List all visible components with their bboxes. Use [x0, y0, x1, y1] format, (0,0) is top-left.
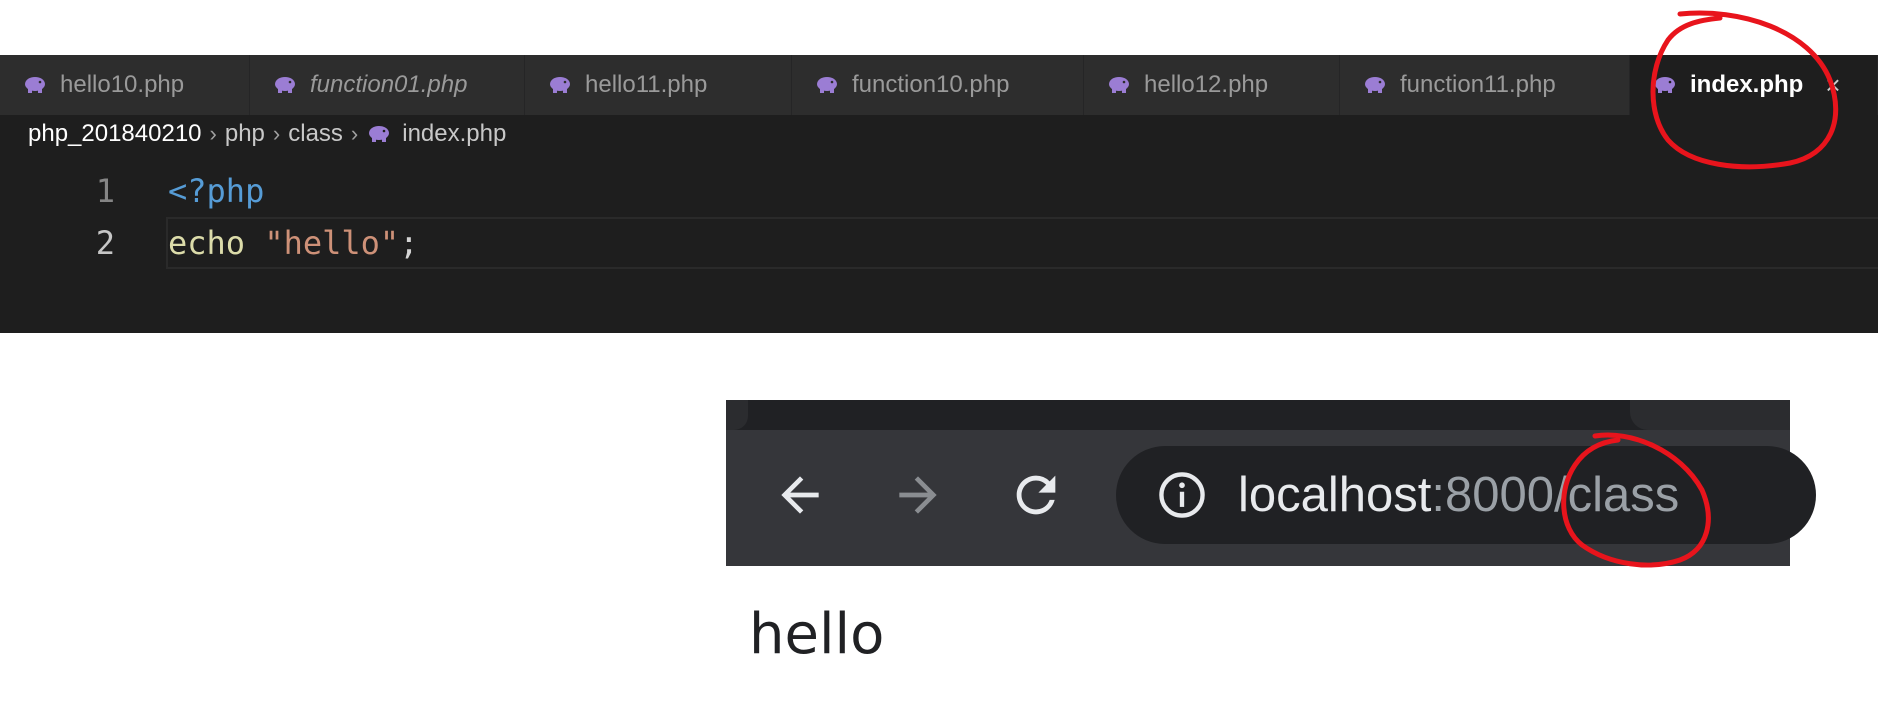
tab-label: hello11.php	[585, 71, 708, 98]
php-elephant-icon	[817, 77, 837, 93]
tab-index[interactable]: index.php ×	[1630, 55, 1878, 115]
back-button[interactable]	[768, 463, 832, 527]
php-elephant-icon	[1365, 77, 1385, 93]
arrow-right-icon	[899, 476, 937, 514]
code-editor: hello10.php function01.php hello11.php f…	[0, 55, 1878, 333]
breadcrumb: php_201840210 › php › class › index.php	[28, 115, 506, 153]
browser-tab-edge[interactable]	[726, 400, 748, 430]
editor-tab-bar: hello10.php function01.php hello11.php f…	[0, 55, 1878, 115]
line-number: 1	[95, 172, 115, 210]
page-content-text: hello	[749, 602, 885, 667]
tab-label: hello10.php	[60, 71, 185, 98]
php-elephant-icon	[369, 126, 390, 142]
tab-hello10[interactable]: hello10.php	[0, 55, 250, 115]
token-punct: ;	[399, 224, 419, 262]
tab-function10[interactable]: function10.php	[792, 55, 1084, 115]
url-host: localhost	[1238, 468, 1432, 522]
token-php-tag: <?php	[168, 172, 265, 210]
reload-button[interactable]	[1004, 463, 1068, 527]
php-elephant-icon	[1655, 77, 1675, 93]
info-icon[interactable]	[1156, 469, 1208, 521]
tab-function01[interactable]: function01.php	[250, 55, 525, 115]
tab-hello11[interactable]: hello11.php	[525, 55, 792, 115]
address-bar[interactable]: localhost:8000/class	[1116, 446, 1816, 544]
url-path: :8000/class	[1431, 468, 1680, 522]
code-line: 1 <?php	[0, 165, 1878, 217]
code-area[interactable]: 1 <?php 2 echo "hello";	[0, 165, 1878, 269]
breadcrumb-separator: ›	[272, 121, 281, 146]
token-string: "hello"	[264, 224, 400, 262]
breadcrumb-item[interactable]: index.php	[402, 120, 506, 148]
php-elephant-icon	[25, 77, 45, 93]
url-text[interactable]: localhost:8000/class	[1238, 467, 1679, 523]
breadcrumb-item[interactable]: php	[225, 120, 265, 148]
token-keyword: echo	[168, 224, 246, 262]
line-number: 2	[95, 224, 115, 262]
breadcrumb-separator: ›	[350, 121, 359, 146]
breadcrumb-item[interactable]: php_201840210	[28, 120, 202, 148]
line-text: echo "hello";	[166, 217, 1878, 269]
breadcrumb-item[interactable]: class	[288, 120, 343, 148]
breadcrumb-separator: ›	[209, 121, 217, 146]
tab-hello12[interactable]: hello12.php	[1084, 55, 1340, 115]
tab-label: index.php	[1690, 71, 1804, 98]
tab-label: function11.php	[1400, 71, 1556, 98]
php-elephant-icon	[1109, 77, 1129, 93]
php-elephant-icon	[550, 77, 570, 93]
tab-function11[interactable]: function11.php	[1340, 55, 1630, 115]
browser-window: localhost:8000/class	[726, 400, 1816, 566]
reload-icon	[1016, 475, 1056, 515]
tab-label: hello12.php	[1144, 71, 1269, 98]
browser-tab-edge[interactable]	[1630, 400, 1790, 430]
tab-label: function01.php	[310, 71, 468, 98]
browser-tab-strip	[726, 400, 1790, 430]
close-icon[interactable]: ×	[1825, 70, 1840, 101]
tab-label: function10.php	[852, 71, 1010, 98]
code-line-current: 2 echo "hello";	[0, 217, 1878, 269]
forward-button[interactable]	[886, 463, 950, 527]
arrow-left-icon	[781, 476, 819, 514]
line-text: <?php	[168, 165, 264, 217]
php-elephant-icon	[275, 77, 295, 93]
